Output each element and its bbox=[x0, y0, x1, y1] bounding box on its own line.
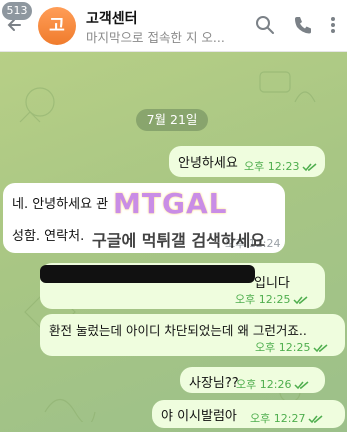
outgoing-message[interactable]: 안녕하세요 오후 12:23 bbox=[169, 146, 325, 177]
outgoing-message[interactable]: 입니다 오후 12:25 bbox=[40, 263, 325, 309]
redaction-mark bbox=[40, 265, 255, 283]
message-text: 네. 안녕하세요 관 bbox=[12, 197, 109, 212]
message-time: 오후 12:27 bbox=[250, 410, 324, 426]
message-text: 입니다 bbox=[254, 276, 290, 291]
outgoing-message[interactable]: 사장님?? 오후 12:26 bbox=[180, 367, 325, 393]
outgoing-message[interactable]: 야 이시발럼아 오후 12:27 bbox=[152, 400, 345, 428]
outgoing-message[interactable]: 환전 눌렀는데 아이디 차단되었는데 왜 그런거죠.. 오후 12:25 bbox=[40, 314, 345, 356]
more-vertical-icon[interactable] bbox=[322, 14, 344, 36]
read-check-icon bbox=[308, 415, 323, 424]
watermark-logo: MTGAL bbox=[113, 187, 228, 220]
unread-count-badge: 513 bbox=[2, 2, 32, 20]
phone-icon[interactable] bbox=[292, 14, 314, 36]
read-check-icon bbox=[294, 381, 309, 390]
watermark-text: 구글에 먹튀갤 검색하세요 bbox=[92, 231, 266, 250]
chat-header: 513 고 고객센터 마지막으로 접속한 지 오... bbox=[0, 0, 347, 52]
message-time: 오후 12:25 bbox=[235, 291, 309, 307]
message-time: 오후 12:26 bbox=[236, 376, 310, 392]
search-icon[interactable] bbox=[254, 14, 276, 36]
doodle-pattern bbox=[44, 398, 96, 422]
read-check-icon bbox=[313, 344, 328, 353]
doodle-pattern bbox=[259, 71, 316, 103]
avatar[interactable]: 고 bbox=[38, 7, 76, 45]
message-text: 성함. 연락처. bbox=[12, 229, 85, 244]
read-check-icon bbox=[302, 163, 317, 172]
message-text: 안녕하세요 bbox=[178, 156, 238, 171]
chat-title[interactable]: 고객센터 bbox=[86, 8, 138, 28]
doodle-pattern bbox=[19, 87, 55, 123]
read-check-icon bbox=[293, 296, 308, 305]
message-text: 사장님?? bbox=[189, 376, 239, 391]
message-text: 환전 눌렀는데 아이디 차단되었는데 왜 그런거죠.. bbox=[49, 323, 307, 338]
date-separator: 7월 21일 bbox=[136, 109, 208, 131]
message-time: 오후 12:25 bbox=[255, 339, 329, 355]
message-text: 야 이시발럼아 bbox=[161, 409, 237, 424]
last-seen-status: 마지막으로 접속한 지 오... bbox=[86, 30, 225, 45]
message-time: 오후 12:23 bbox=[244, 158, 318, 174]
